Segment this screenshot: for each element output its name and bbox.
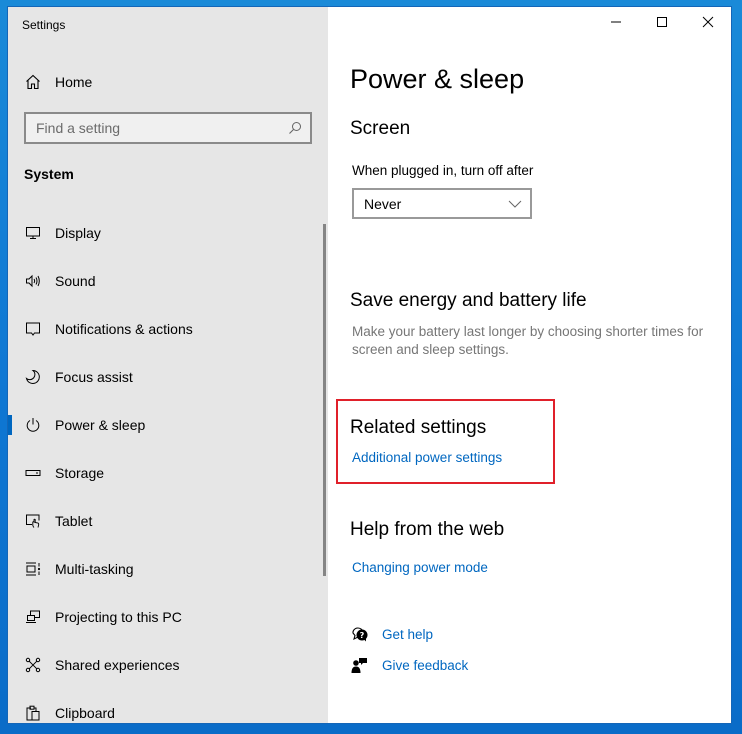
close-button[interactable] (685, 7, 731, 41)
sidebar-item-notifications[interactable]: Notifications & actions (8, 305, 318, 353)
give-feedback-link[interactable]: Give feedback (350, 656, 468, 674)
search-input[interactable] (36, 120, 288, 136)
sidebar-nav: Display Sound Notifications & actions Fo… (8, 209, 318, 723)
get-help-icon: ? (350, 625, 370, 643)
related-settings-heading: Related settings (350, 417, 487, 438)
page-title: Power & sleep (350, 64, 525, 94)
get-help-link[interactable]: ? Get help (350, 625, 433, 643)
sidebar-item-label: Focus assist (55, 369, 133, 385)
sidebar-item-label: Projecting to this PC (55, 609, 182, 625)
home-label: Home (55, 74, 93, 90)
changing-power-mode-link[interactable]: Changing power mode (352, 560, 488, 575)
give-feedback-icon (350, 656, 370, 674)
sidebar-item-sound[interactable]: Sound (8, 257, 318, 305)
sidebar-item-label: Power & sleep (55, 417, 146, 433)
sidebar-item-label: Storage (55, 465, 105, 481)
power-icon (24, 416, 42, 434)
projecting-icon (24, 608, 42, 626)
svg-text:?: ? (360, 631, 365, 640)
shared-experiences-icon (24, 656, 42, 674)
chevron-down-icon (508, 195, 522, 213)
help-web-heading: Help from the web (350, 519, 505, 540)
sidebar-item-label: Shared experiences (55, 657, 180, 673)
clipboard-icon (24, 704, 42, 722)
home-icon (24, 73, 42, 91)
monitor-icon (24, 224, 42, 242)
sidebar-home[interactable]: Home (24, 71, 92, 93)
settings-window: Settings Home System Display (8, 7, 731, 723)
content-pane: Power & sleep Screen When plugged in, tu… (328, 7, 731, 723)
sidebar-item-projecting[interactable]: Projecting to this PC (8, 593, 318, 641)
screen-heading: Screen (350, 118, 411, 139)
sidebar-item-shared-experiences[interactable]: Shared experiences (8, 641, 318, 689)
search-icon[interactable] (288, 121, 302, 135)
minimize-icon (610, 15, 622, 33)
tablet-icon (24, 512, 42, 530)
multitasking-icon (24, 560, 42, 578)
dropdown-value: Never (364, 195, 402, 212)
section-label-system: System (24, 166, 74, 182)
sidebar-item-display[interactable]: Display (8, 209, 318, 257)
sidebar: Settings Home System Display (8, 7, 328, 723)
save-energy-heading: Save energy and battery life (350, 290, 587, 311)
speaker-icon (24, 272, 42, 290)
save-energy-description: Make your battery last longer by choosin… (352, 324, 704, 357)
maximize-button[interactable] (639, 7, 685, 41)
minimize-button[interactable] (593, 7, 639, 41)
sidebar-item-power-sleep[interactable]: Power & sleep (8, 401, 318, 449)
sidebar-item-multitasking[interactable]: Multi-tasking (8, 545, 318, 593)
give-feedback-label: Give feedback (382, 657, 469, 673)
additional-power-settings-link[interactable]: Additional power settings (352, 450, 502, 465)
sidebar-item-label: Clipboard (55, 705, 115, 721)
sidebar-item-focus-assist[interactable]: Focus assist (8, 353, 318, 401)
sidebar-item-label: Tablet (55, 513, 93, 529)
plugged-in-screen-dropdown[interactable]: Never (352, 188, 532, 219)
highlight-box (336, 399, 555, 484)
sidebar-item-label: Multi-tasking (55, 561, 134, 577)
sidebar-item-label: Display (55, 225, 101, 241)
moon-icon (24, 368, 42, 386)
app-title: Settings (22, 18, 66, 32)
sidebar-item-clipboard[interactable]: Clipboard (8, 689, 318, 723)
close-icon (702, 15, 714, 33)
maximize-icon (656, 15, 668, 33)
sidebar-item-label: Sound (55, 273, 96, 289)
sidebar-item-label: Notifications & actions (55, 321, 193, 337)
search-box[interactable] (24, 112, 312, 144)
plugged-in-label: When plugged in, turn off after (352, 163, 534, 178)
sidebar-scrollbar[interactable] (323, 224, 326, 576)
get-help-label: Get help (382, 626, 434, 642)
sidebar-item-storage[interactable]: Storage (8, 449, 318, 497)
sidebar-item-tablet[interactable]: Tablet (8, 497, 318, 545)
notification-icon (24, 320, 42, 338)
storage-icon (24, 464, 42, 482)
